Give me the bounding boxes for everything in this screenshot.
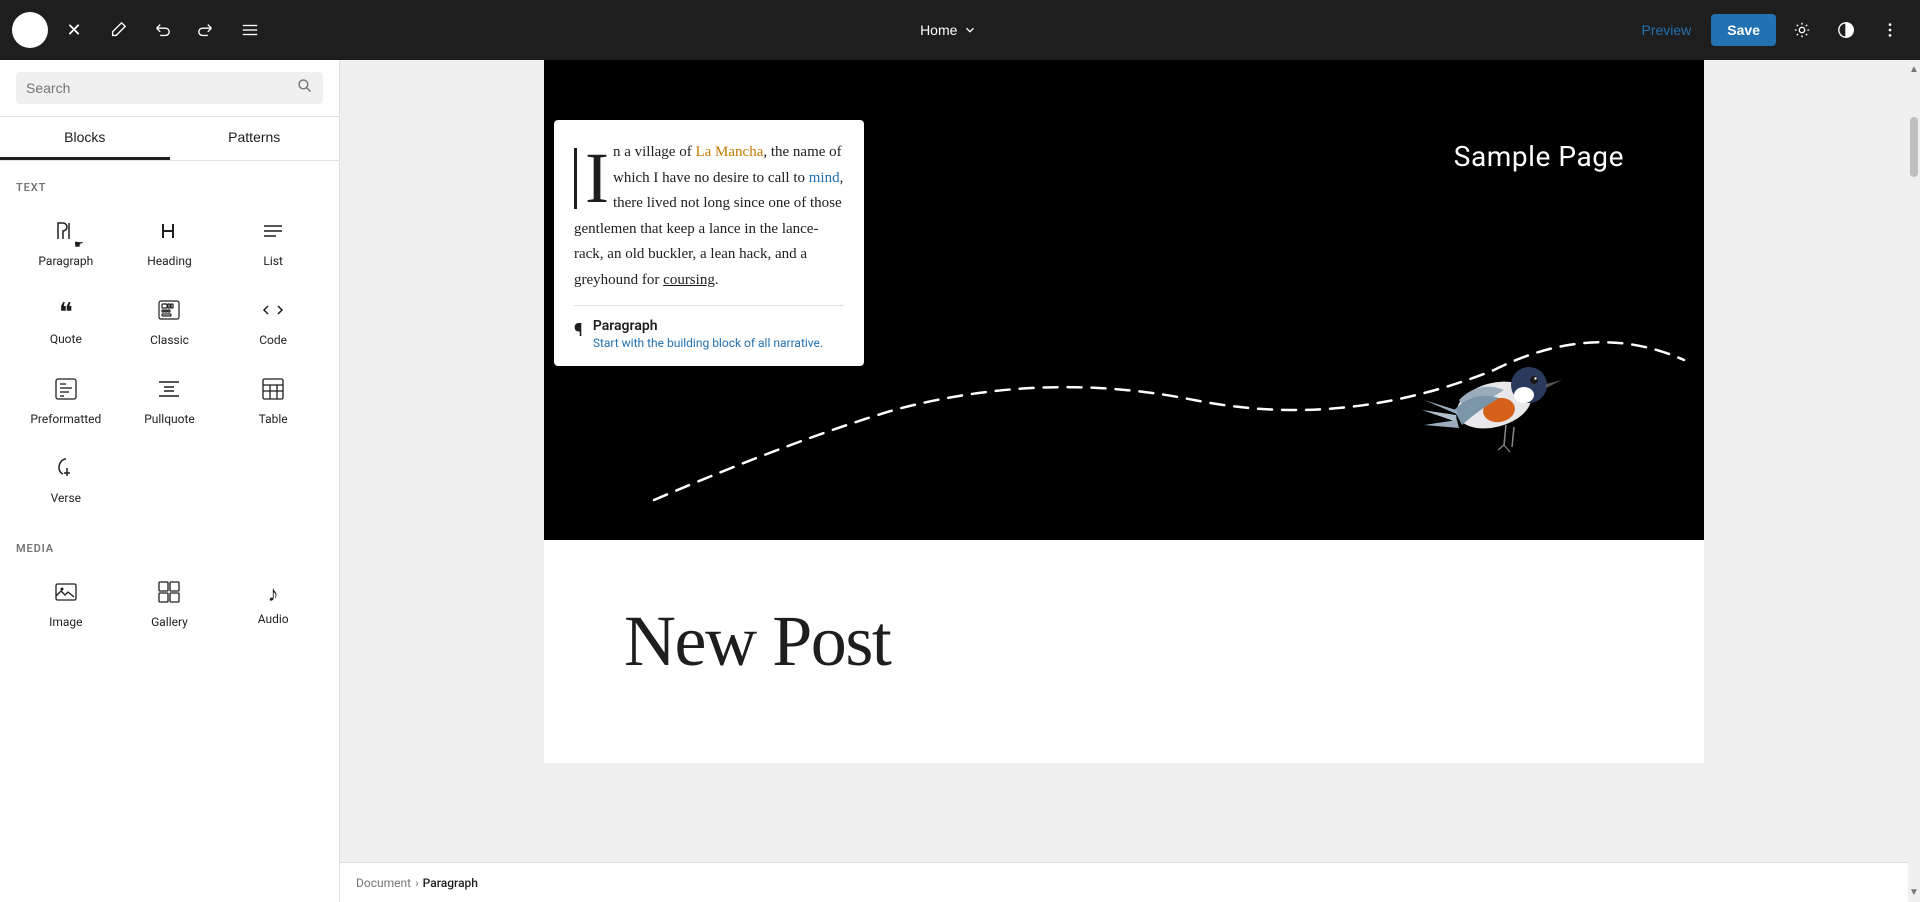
scroll-down-arrow[interactable]: ▼ xyxy=(1909,885,1919,900)
gallery-icon xyxy=(157,580,181,609)
pullquote-icon xyxy=(157,377,181,406)
svg-text:W: W xyxy=(24,24,36,38)
redo-button[interactable] xyxy=(188,12,224,48)
scroll-track xyxy=(1908,77,1920,885)
tooltip-paragraph-icon: ¶ xyxy=(574,320,583,341)
quote-label: Quote xyxy=(50,332,82,346)
save-button[interactable]: Save xyxy=(1711,14,1776,46)
pullquote-label: Pullquote xyxy=(144,412,195,426)
block-paragraph[interactable]: ☛ Paragraph xyxy=(16,206,116,281)
block-list[interactable]: List xyxy=(223,206,323,281)
block-quote[interactable]: ❝ Quote xyxy=(16,285,116,360)
more-options-button[interactable] xyxy=(1872,12,1908,48)
undo-button[interactable] xyxy=(144,12,180,48)
drop-cap: I xyxy=(574,148,609,209)
new-post-section: New Post xyxy=(544,540,1704,763)
paragraph-tooltip: ¶ Paragraph Start with the building bloc… xyxy=(574,305,844,350)
text-blocks-grid: ☛ Paragraph Heading xyxy=(16,206,323,518)
paragraph-popup: I n a village of La Mancha, the name of … xyxy=(554,120,864,366)
search-icon xyxy=(297,78,313,98)
paragraph-label: Paragraph xyxy=(38,254,93,268)
heading-label: Heading xyxy=(147,254,192,268)
preformatted-label: Preformatted xyxy=(30,412,101,426)
table-label: Table xyxy=(259,412,288,426)
block-preformatted[interactable]: Preformatted xyxy=(16,364,116,439)
tooltip-content: Paragraph Start with the building block … xyxy=(593,318,823,350)
scroll-up-arrow[interactable]: ▲ xyxy=(1909,62,1919,77)
image-icon xyxy=(54,580,78,609)
tab-patterns[interactable]: Patterns xyxy=(170,117,340,160)
section-text-label: TEXT xyxy=(16,181,323,194)
block-classic[interactable]: Classic xyxy=(120,285,220,360)
canvas-area: Sample Page I n a village of La Mancha, … xyxy=(340,60,1908,902)
preformatted-icon xyxy=(54,377,78,406)
block-heading[interactable]: Heading xyxy=(120,206,220,281)
topbar: W ✕ xyxy=(0,0,1920,60)
main-layout: Blocks Patterns TEXT ☛ Paragraph xyxy=(0,60,1920,902)
settings-button[interactable] xyxy=(1784,12,1820,48)
list-label: List xyxy=(263,254,283,268)
breadcrumb-paragraph[interactable]: Paragraph xyxy=(423,876,478,890)
audio-icon: ♪ xyxy=(268,584,279,606)
tab-blocks[interactable]: Blocks xyxy=(0,117,170,160)
sidebar-search-area xyxy=(0,60,339,117)
page-name-label: Home xyxy=(920,22,957,38)
breadcrumb-document[interactable]: Document xyxy=(356,876,411,890)
table-icon xyxy=(261,377,285,406)
wp-logo[interactable]: W xyxy=(12,12,48,48)
image-label: Image xyxy=(49,615,82,629)
block-table[interactable]: Table xyxy=(223,364,323,439)
close-button[interactable]: ✕ xyxy=(56,12,92,48)
edit-button[interactable] xyxy=(100,12,136,48)
heading-icon xyxy=(157,219,181,248)
block-verse[interactable]: Verse xyxy=(16,443,116,518)
page-canvas: Sample Page I n a village of La Mancha, … xyxy=(544,60,1704,763)
code-icon xyxy=(261,298,285,327)
tooltip-desc: Start with the building block of all nar… xyxy=(593,336,823,350)
media-blocks-grid: Image Gallery ♪ xyxy=(16,567,323,642)
gallery-label: Gallery xyxy=(151,615,188,629)
sidebar-content: TEXT ☛ Paragraph xyxy=(0,161,339,902)
list-icon xyxy=(261,219,285,248)
tooltip-title: Paragraph xyxy=(593,318,823,334)
code-label: Code xyxy=(259,333,287,347)
classic-label: Classic xyxy=(150,333,189,347)
block-gallery[interactable]: Gallery xyxy=(120,567,220,642)
topbar-right-controls: Preview Save xyxy=(1630,12,1909,48)
verse-label: Verse xyxy=(51,491,81,505)
hero-section: Sample Page I n a village of La Mancha, … xyxy=(544,60,1704,540)
scroll-thumb[interactable] xyxy=(1910,117,1918,177)
page-nav-button[interactable]: Home xyxy=(908,16,989,44)
paragraph-text: I n a village of La Mancha, the name of … xyxy=(574,140,844,293)
classic-icon xyxy=(157,298,181,327)
search-input[interactable] xyxy=(26,80,289,96)
quote-icon: ❝ xyxy=(59,300,73,326)
right-scrollbar[interactable]: ▲ ▼ xyxy=(1908,60,1920,902)
breadcrumb-separator: › xyxy=(415,876,419,890)
audio-label: Audio xyxy=(258,612,289,626)
verse-icon xyxy=(54,456,78,485)
sidebar: Blocks Patterns TEXT ☛ Paragraph xyxy=(0,60,340,902)
topbar-center: Home xyxy=(268,16,1630,44)
block-audio[interactable]: ♪ Audio xyxy=(223,567,323,642)
menu-button[interactable] xyxy=(232,12,268,48)
block-image[interactable]: Image xyxy=(16,567,116,642)
bird-illustration xyxy=(1404,330,1584,460)
bird-svg xyxy=(1404,330,1584,460)
block-pullquote[interactable]: Pullquote xyxy=(120,364,220,439)
bottombar: Document › Paragraph xyxy=(340,862,1908,902)
sidebar-tabs: Blocks Patterns xyxy=(0,117,339,161)
sample-page-label: Sample Page xyxy=(1454,140,1624,173)
block-code[interactable]: Code xyxy=(223,285,323,360)
section-media-label: MEDIA xyxy=(16,542,323,555)
search-box xyxy=(16,72,323,104)
contrast-button[interactable] xyxy=(1828,12,1864,48)
canvas-scroll[interactable]: Sample Page I n a village of La Mancha, … xyxy=(340,60,1908,862)
paragraph-icon: ☛ xyxy=(54,219,78,248)
topbar-left-controls: W ✕ xyxy=(12,12,268,48)
new-post-title[interactable]: New Post xyxy=(624,600,1624,683)
preview-button[interactable]: Preview xyxy=(1630,16,1704,44)
